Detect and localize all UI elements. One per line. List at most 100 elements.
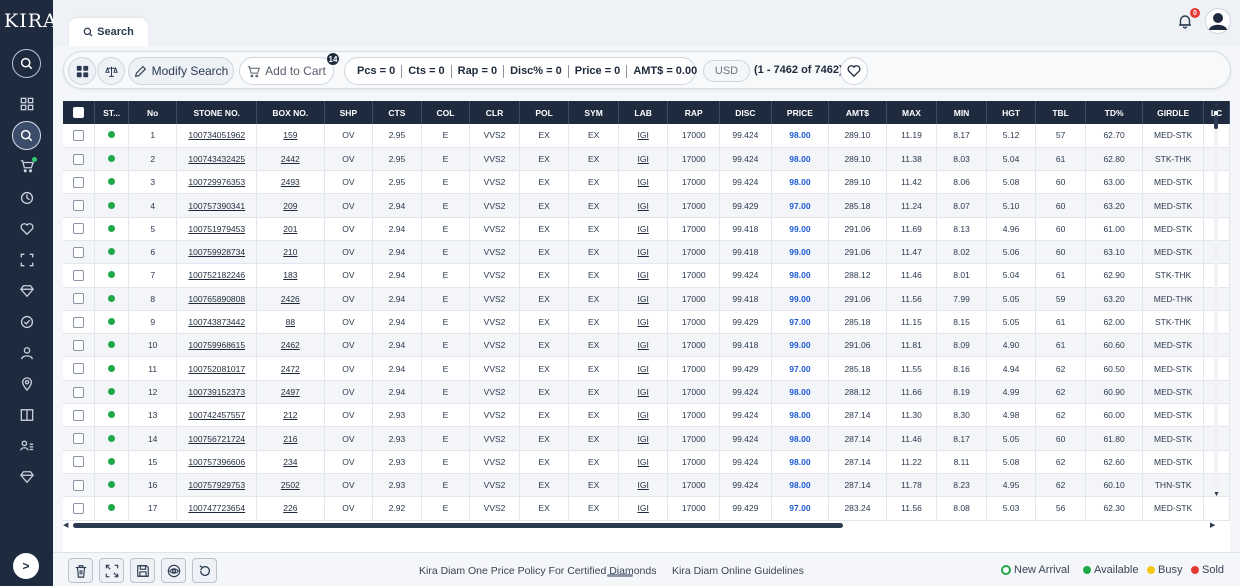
row-checkbox[interactable] (73, 503, 85, 515)
scroll-left-icon[interactable]: ◀ (63, 521, 68, 529)
lab-link[interactable]: IGI (638, 480, 649, 490)
row-checkbox[interactable] (73, 363, 85, 375)
row-checkbox[interactable] (73, 200, 85, 212)
table-row[interactable]: 12 100739152373 2497 OV 2.94 E VVS2 EX EX IGI 1700… (63, 380, 1230, 405)
stone-link[interactable]: 100759928734 (188, 247, 245, 257)
column-header[interactable]: TD% (1085, 101, 1144, 124)
sidebar-item-search[interactable] (12, 121, 41, 150)
dashboard-icon[interactable] (14, 91, 40, 117)
box-link[interactable]: 2426 (281, 294, 300, 304)
stone-link[interactable]: 100757929753 (188, 480, 245, 490)
column-header[interactable]: TBL (1035, 101, 1086, 124)
row-checkbox[interactable] (73, 223, 85, 235)
row-checkbox[interactable] (73, 409, 85, 421)
diamond-icon[interactable] (14, 278, 40, 304)
tab-search[interactable]: Search (69, 18, 148, 46)
scroll-right-icon[interactable]: ▶ (1210, 521, 1215, 529)
box-link[interactable]: 2462 (281, 340, 300, 350)
box-link[interactable]: 209 (283, 201, 297, 211)
compare-button[interactable] (97, 57, 125, 85)
lab-link[interactable]: IGI (638, 457, 649, 467)
stone-link[interactable]: 100757396606 (188, 457, 245, 467)
table-row[interactable]: 1 100734051962 159 OV 2.95 E VVS2 EX EX IGI 17000 9… (63, 124, 1230, 148)
currency-selector[interactable]: USD (703, 60, 750, 82)
stone-link[interactable]: 100747723654 (188, 503, 245, 513)
stone-link[interactable]: 100765890808 (188, 294, 245, 304)
row-checkbox[interactable] (73, 293, 85, 305)
resize-handle[interactable] (607, 574, 633, 577)
add-to-cart-button[interactable]: Add to Cart (239, 57, 334, 85)
scroll-track[interactable] (1214, 111, 1218, 487)
horizontal-scrollbar[interactable]: ◀ ▶ (63, 520, 1220, 530)
view-button[interactable] (161, 558, 186, 583)
column-header[interactable]: CTS (372, 101, 422, 124)
lab-link[interactable]: IGI (638, 177, 649, 187)
vertical-scrollbar[interactable]: ▲ ▼ (1213, 101, 1220, 499)
row-checkbox[interactable] (73, 176, 85, 188)
stone-link[interactable]: 100734051962 (188, 130, 245, 140)
lab-link[interactable]: IGI (638, 224, 649, 234)
stone-link[interactable]: 100742457557 (188, 410, 245, 420)
box-link[interactable]: 183 (283, 270, 297, 280)
lab-link[interactable]: IGI (638, 294, 649, 304)
box-link[interactable]: 226 (283, 503, 297, 513)
guidelines-link[interactable]: Kira Diam Online Guidelines (672, 565, 804, 577)
box-link[interactable]: 201 (283, 224, 297, 234)
column-header[interactable]: POL (519, 101, 570, 124)
row-checkbox[interactable] (73, 153, 85, 165)
lab-link[interactable]: IGI (638, 270, 649, 280)
column-header[interactable]: ST... (94, 101, 129, 124)
table-row[interactable]: 4 100757390341 209 OV 2.94 E VVS2 EX EX IGI 17000 9… (63, 193, 1230, 218)
column-header[interactable]: PRICE (771, 101, 830, 124)
book-icon[interactable] (14, 402, 40, 428)
table-row[interactable]: 8 100765890808 2426 OV 2.94 E VVS2 EX EX IGI 17000… (63, 287, 1230, 311)
fullscreen-button[interactable] (99, 558, 124, 583)
box-link[interactable]: 88 (286, 317, 295, 327)
table-row[interactable]: 10 100759968615 2462 OV 2.94 E VVS2 EX EX IGI 1700… (63, 333, 1230, 358)
column-header[interactable]: MIN (936, 101, 987, 124)
cart-icon[interactable] (14, 153, 40, 179)
scroll-up-icon[interactable]: ▲ (1213, 101, 1220, 108)
table-row[interactable]: 15 100757396606 234 OV 2.93 E VVS2 EX EX IGI 17000… (63, 450, 1230, 474)
horizontal-scroll-thumb[interactable] (73, 523, 843, 528)
stone-link[interactable]: 100739152373 (188, 387, 245, 397)
user-icon[interactable] (14, 340, 40, 366)
lab-link[interactable]: IGI (638, 503, 649, 513)
row-checkbox[interactable] (73, 246, 85, 258)
table-row[interactable]: 7 100752182246 183 OV 2.94 E VVS2 EX EX IGI 17000 9… (63, 263, 1230, 288)
check-circle-icon[interactable] (14, 309, 40, 335)
lab-link[interactable]: IGI (638, 247, 649, 257)
column-header[interactable]: RAP (667, 101, 721, 124)
box-link[interactable]: 159 (283, 130, 297, 140)
table-row[interactable]: 6 100759928734 210 OV 2.94 E VVS2 EX EX IGI 17000 9… (63, 240, 1230, 265)
save-button[interactable] (130, 558, 155, 583)
table-row[interactable]: 11 100752081017 2472 OV 2.94 E VVS2 EX EX IGI 1700… (63, 356, 1230, 381)
table-row[interactable]: 16 100757929753 2502 OV 2.93 E VVS2 EX EX IGI 1700… (63, 473, 1230, 498)
avatar[interactable] (1205, 8, 1231, 34)
column-header[interactable]: SYM (568, 101, 619, 124)
table-row[interactable]: 13 100742457557 212 OV 2.93 E VVS2 EX EX IGI 17000… (63, 403, 1230, 428)
lab-link[interactable]: IGI (638, 340, 649, 350)
lab-link[interactable]: IGI (638, 154, 649, 164)
box-link[interactable]: 216 (283, 434, 297, 444)
row-checkbox[interactable] (73, 479, 85, 491)
favorite-button[interactable] (840, 57, 868, 85)
history-icon[interactable] (14, 185, 40, 211)
table-row[interactable]: 17 100747723654 226 OV 2.92 E VVS2 EX EX IGI 17000… (63, 496, 1230, 521)
location-icon[interactable] (14, 371, 40, 397)
column-header[interactable]: BOX NO. (256, 101, 325, 124)
box-link[interactable]: 234 (283, 457, 297, 467)
stone-link[interactable]: 100756721724 (188, 434, 245, 444)
box-link[interactable]: 2502 (281, 480, 300, 490)
column-header[interactable]: COL (421, 101, 471, 124)
row-checkbox[interactable] (73, 386, 85, 398)
column-header[interactable]: GIRDLE (1142, 101, 1204, 124)
lab-link[interactable]: IGI (638, 410, 649, 420)
stone-link[interactable]: 100757390341 (188, 201, 245, 211)
box-link[interactable]: 2497 (281, 387, 300, 397)
users-list-icon[interactable] (14, 433, 40, 459)
box-link[interactable]: 2442 (281, 154, 300, 164)
stone-link[interactable]: 100743432425 (188, 154, 245, 164)
modify-search-button[interactable]: Modify Search (128, 57, 234, 85)
box-link[interactable]: 210 (283, 247, 297, 257)
